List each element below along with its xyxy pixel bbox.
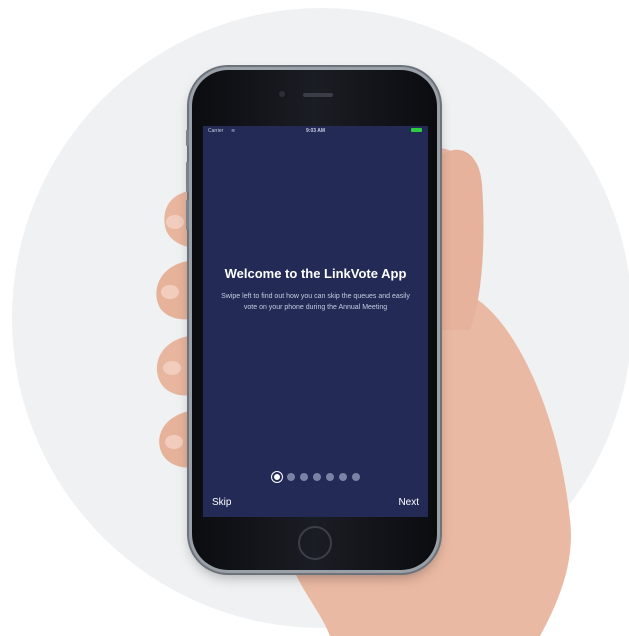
earpiece-speaker <box>303 93 333 97</box>
next-button[interactable]: Next <box>398 497 419 508</box>
onboarding-title: Welcome to the LinkVote App <box>224 266 407 281</box>
page-dot-active[interactable] <box>271 472 282 482</box>
battery-icon <box>411 128 422 132</box>
onboarding-description: Swipe left to find out how you can skip … <box>221 293 410 311</box>
status-bar: Carrier ≋ 9:03 AM <box>203 126 428 136</box>
volume-down-button <box>186 200 189 230</box>
phone-device: Carrier ≋ 9:03 AM Welcome to the LinkVot… <box>186 70 437 570</box>
silent-switch <box>186 130 189 146</box>
page-dot[interactable] <box>325 473 334 481</box>
volume-up-button <box>186 162 189 192</box>
page-dot[interactable] <box>351 473 360 481</box>
page-indicator[interactable] <box>203 472 428 482</box>
page-dot[interactable] <box>286 473 295 481</box>
home-button[interactable] <box>298 526 332 560</box>
page-dot[interactable] <box>312 473 321 481</box>
status-time: 9:03 AM <box>306 128 325 134</box>
app-screen: Carrier ≋ 9:03 AM Welcome to the LinkVot… <box>203 126 428 517</box>
page-dot[interactable] <box>338 473 347 481</box>
skip-button[interactable]: Skip <box>212 497 231 508</box>
page-dot[interactable] <box>299 473 308 481</box>
front-camera <box>279 91 285 97</box>
